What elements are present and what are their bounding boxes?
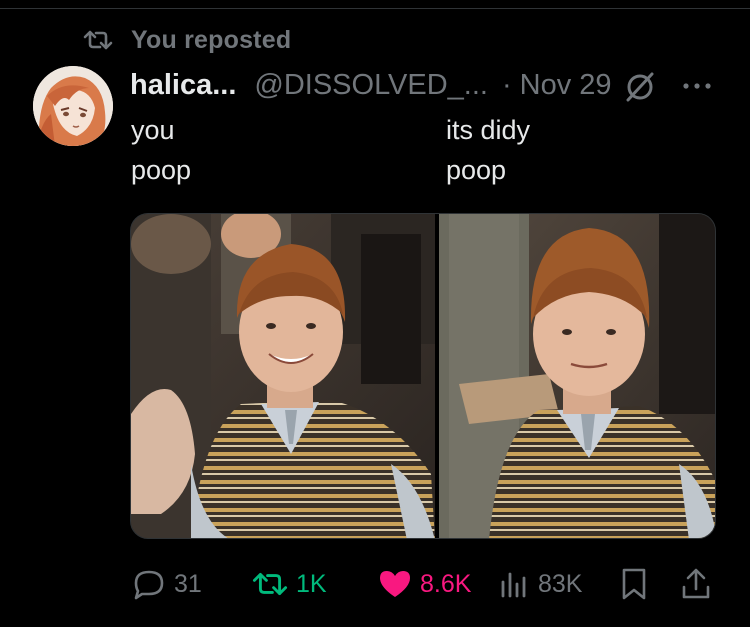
caption-right-line: poop — [446, 155, 507, 185]
like-count: 8.6K — [420, 569, 472, 598]
action-bar: 31 1K 8.6K 83K — [0, 560, 750, 608]
reply-icon — [134, 570, 164, 600]
caption-right: its didy poop — [446, 110, 530, 190]
caption-right-line: its didy — [446, 115, 531, 145]
separator-dot: · — [501, 68, 512, 101]
avatar[interactable] — [33, 66, 113, 146]
bookmark-button[interactable] — [620, 560, 648, 608]
display-name[interactable]: halica... — [130, 69, 236, 102]
top-divider — [0, 8, 750, 9]
user-handle[interactable]: @DISSOLVED_... — [254, 69, 488, 102]
media-panel-left — [131, 214, 435, 538]
like-button[interactable]: 8.6K — [378, 560, 471, 608]
caption-left: you poop — [131, 110, 191, 190]
caption-left-line: poop — [131, 155, 192, 185]
media-panel-right — [439, 214, 715, 538]
repost-icon — [83, 30, 113, 50]
reply-count: 31 — [174, 569, 202, 598]
post-date[interactable]: Nov 29 — [520, 69, 612, 102]
repost-count: 1K — [296, 569, 327, 598]
bookmark-icon — [622, 568, 646, 600]
share-icon — [682, 568, 710, 599]
repost-banner-text: You reposted — [131, 25, 292, 54]
reply-button[interactable]: 31 — [132, 560, 202, 608]
views-count: 83K — [538, 569, 583, 598]
views-icon — [501, 572, 526, 598]
post-header: halica... @DISSOLVED_... · Nov 29 — [130, 66, 612, 104]
share-button[interactable] — [680, 560, 712, 608]
heart-icon — [380, 571, 410, 597]
caption-left-line: you — [131, 115, 175, 145]
more-icon[interactable] — [680, 74, 714, 98]
views-button[interactable]: 83K — [498, 560, 582, 608]
repost-banner[interactable]: You reposted — [83, 26, 291, 54]
grok-icon[interactable] — [623, 70, 657, 104]
repost-icon — [252, 572, 288, 596]
media-image[interactable] — [130, 213, 716, 539]
repost-button[interactable]: 1K — [252, 560, 327, 608]
